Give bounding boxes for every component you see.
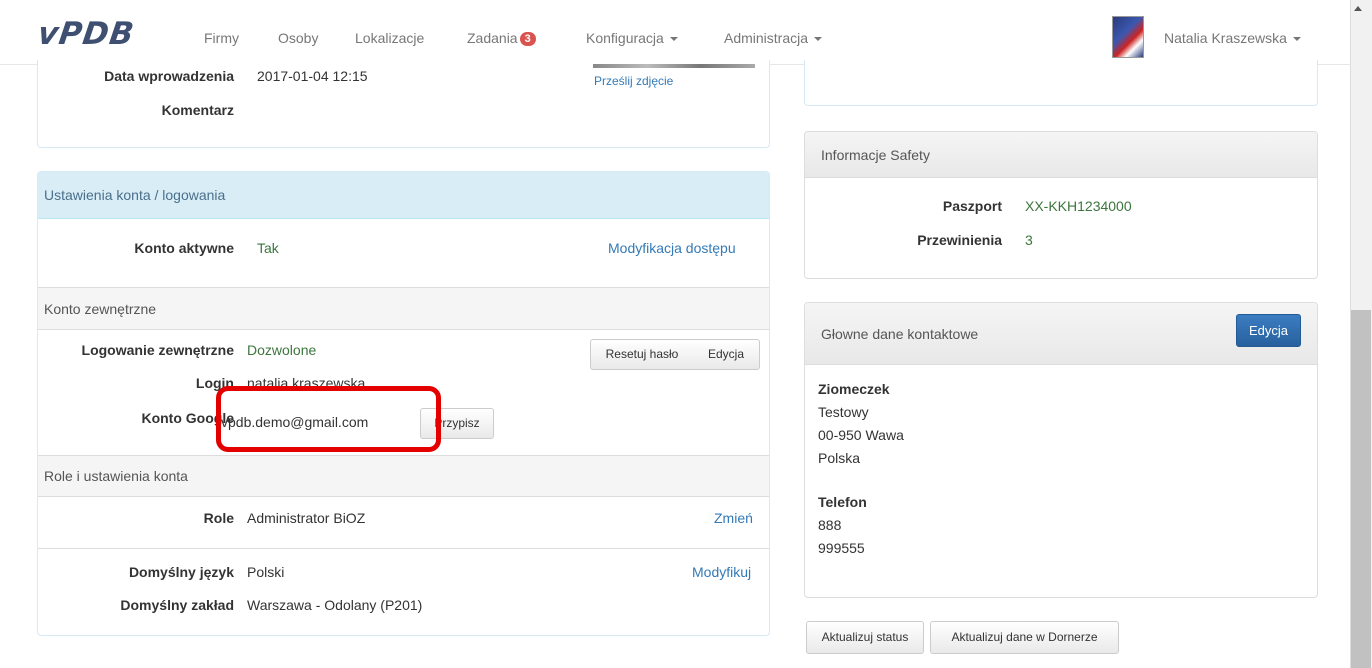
nav-zadania-label: Zadania bbox=[467, 30, 518, 46]
nav-administracja-label: Administracja bbox=[724, 30, 809, 46]
contact-name: Ziomeczek bbox=[818, 381, 890, 397]
chevron-down-icon bbox=[669, 37, 678, 41]
konto-aktywne-label: Konto aktywne bbox=[134, 240, 234, 256]
default-plant-value: Warszawa - Odolany (P201) bbox=[247, 597, 423, 613]
upload-photo-link[interactable]: Prześlij zdjęcie bbox=[594, 74, 673, 88]
logowanie-zewnetrzne-value: Dozwolone bbox=[247, 342, 317, 358]
przewinienia-label: Przewinienia bbox=[917, 232, 1002, 248]
contact-postal: 00-950 Wawa bbox=[818, 427, 904, 443]
data-wprowadzenia-value: 2017-01-04 12:15 bbox=[257, 68, 368, 84]
phone-2: 999555 bbox=[818, 540, 865, 556]
role-label: Role bbox=[203, 510, 234, 526]
konto-aktywne-value: Tak bbox=[257, 240, 279, 256]
external-account-section: Konto zewnętrzne bbox=[38, 287, 769, 330]
highlight-annotation bbox=[216, 386, 441, 452]
scroll-up-arrow-icon[interactable] bbox=[1354, 6, 1362, 11]
roles-section: Role i ustawienia konta bbox=[38, 455, 769, 497]
brand-logo[interactable]: vPDB bbox=[35, 16, 136, 52]
chevron-down-icon bbox=[814, 37, 823, 41]
contact-street: Testowy bbox=[818, 404, 869, 420]
przewinienia-value: 3 bbox=[1025, 232, 1033, 248]
nav-firmy[interactable]: Firmy bbox=[204, 30, 239, 46]
modify-access-link[interactable]: Modyfikacja dostępu bbox=[608, 240, 736, 256]
konto-google-label: Konto Google bbox=[141, 410, 234, 426]
nav-zadania[interactable]: Zadania 3 bbox=[467, 30, 536, 46]
nav-konfiguracja-label: Konfiguracja bbox=[586, 30, 664, 46]
divider bbox=[38, 548, 769, 549]
change-role-link[interactable]: Zmień bbox=[714, 510, 753, 526]
scrollbar-thumb[interactable] bbox=[1351, 310, 1371, 668]
avatar[interactable] bbox=[1112, 16, 1144, 58]
logowanie-zewnetrzne-label: Logowanie zewnętrzne bbox=[81, 342, 234, 358]
update-dornerze-button[interactable]: Aktualizuj dane w Dornerze bbox=[930, 621, 1119, 654]
reset-password-button[interactable]: Resetuj hasło bbox=[590, 339, 694, 370]
top-right-panel bbox=[804, 60, 1318, 106]
photo-thumbnail bbox=[593, 64, 755, 68]
role-value: Administrator BiOZ bbox=[247, 510, 366, 526]
nav-administracja[interactable]: Administracja bbox=[724, 30, 823, 46]
default-language-label: Domyślny język bbox=[128, 564, 234, 580]
nav-konfiguracja[interactable]: Konfiguracja bbox=[586, 30, 678, 46]
account-panel-heading: Ustawienia konta / logowania bbox=[38, 172, 769, 219]
default-language-value: Polski bbox=[247, 564, 285, 580]
phone-1: 888 bbox=[818, 517, 842, 533]
safety-panel-heading: Informacje Safety bbox=[805, 132, 1317, 178]
data-wprowadzenia-label: Data wprowadzenia bbox=[104, 68, 234, 84]
paszport-value: XX-KKH1234000 bbox=[1025, 198, 1132, 214]
phone-label: Telefon bbox=[818, 494, 867, 510]
contact-country: Polska bbox=[818, 450, 861, 466]
user-name-label: Natalia Kraszewska bbox=[1164, 30, 1287, 46]
nav-lokalizacje[interactable]: Lokalizacje bbox=[355, 30, 424, 46]
paszport-label: Paszport bbox=[942, 198, 1002, 214]
chevron-down-icon bbox=[1292, 37, 1301, 41]
edit-external-button[interactable]: Edycja bbox=[693, 339, 760, 370]
tasks-count-badge: 3 bbox=[519, 32, 536, 46]
user-menu[interactable]: Natalia Kraszewska bbox=[1164, 30, 1301, 46]
modify-language-link[interactable]: Modyfikuj bbox=[692, 564, 751, 580]
default-plant-label: Domyślny zakład bbox=[120, 597, 234, 613]
login-label: Login bbox=[195, 375, 234, 391]
edit-contact-button[interactable]: Edycja bbox=[1236, 314, 1301, 347]
top-navbar: vPDB Firmy Osoby Lokalizacje Zadania 3 Ko… bbox=[0, 0, 1350, 65]
update-status-button[interactable]: Aktualizuj status bbox=[806, 621, 924, 654]
komentarz-label: Komentarz bbox=[161, 102, 234, 118]
nav-osoby[interactable]: Osoby bbox=[278, 30, 318, 46]
